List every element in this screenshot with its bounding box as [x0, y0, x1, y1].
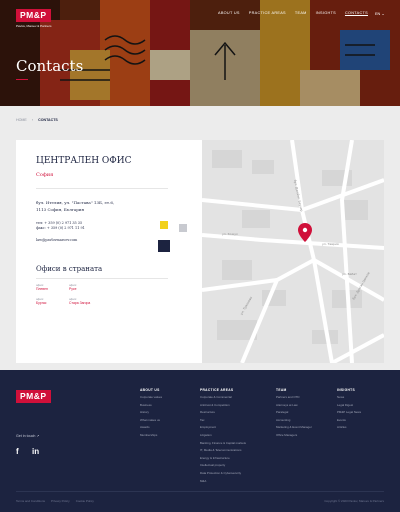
office-phones: тел: + 359 (0) 2 971 35 35 факс: + 359 (…	[36, 221, 85, 231]
office-link-pleven[interactable]: офис Плевен	[36, 283, 48, 291]
footer-column-practice: PRACTICE AREAS Corporate & Commercial An…	[200, 388, 246, 485]
divider	[36, 278, 168, 279]
footer-link[interactable]: Corporate values	[140, 394, 162, 402]
privacy-link[interactable]: Privacy Policy	[51, 499, 70, 503]
footer-legal-links: Terms and Conditions Privacy Policy Cook…	[16, 499, 100, 503]
country-offices-title: Офиси в страната	[36, 265, 103, 273]
footer-link[interactable]: Tax	[200, 417, 246, 425]
footer-link[interactable]: Office Managers	[276, 432, 312, 440]
footer-link[interactable]: Attorneys at Law	[276, 402, 312, 410]
office-card: ЦЕНТРАЛЕН ОФИС София бул. Ителия, ул. "П…	[16, 140, 202, 363]
footer-link[interactable]: M&A	[200, 478, 246, 486]
nav-contacts[interactable]: CONTACTS	[345, 11, 368, 15]
breadcrumb-home[interactable]: HOME	[16, 118, 27, 122]
logo-mark: PM&P	[16, 9, 51, 22]
language-switcher[interactable]: EN ⌄	[375, 11, 385, 16]
footer-link[interactable]: Employment	[200, 424, 246, 432]
footer-link[interactable]: IT, Media & Telecommunications	[200, 447, 246, 455]
nav-team[interactable]: TEAM	[295, 11, 307, 15]
footer-link[interactable]: What makes us	[140, 417, 162, 425]
footer-divider	[16, 491, 384, 492]
navy-square-decoration	[158, 240, 170, 252]
address-line-1: бул. Ителия, ул. "Пастава" 13Б, ет.6,	[36, 200, 115, 205]
footer-link[interactable]: Marketing & Event Manager	[276, 424, 312, 432]
site-footer: PM&P Get in touch ↗ f in ABOUT US Corpor…	[0, 370, 400, 512]
footer-link[interactable]: History	[140, 409, 162, 417]
footer-link[interactable]: Events	[337, 417, 361, 425]
divider	[36, 188, 168, 189]
footer-link[interactable]: Awards	[140, 424, 162, 432]
nav-about-us[interactable]: ABOUT US	[218, 11, 240, 15]
office-link-stara-zagora[interactable]: офис Стара Загора	[69, 297, 90, 305]
footer-column-team: TEAM Partners and OTD Attorneys at Law P…	[276, 388, 312, 440]
address-line-2: 1113 София, България	[36, 207, 85, 212]
office-name[interactable]: Плевен	[36, 287, 48, 291]
footer-link[interactable]: Restructure	[200, 409, 246, 417]
office-name[interactable]: Русе	[69, 287, 77, 291]
grey-square-decoration	[179, 224, 187, 232]
footer-link[interactable]: Partners and OTD	[276, 394, 312, 402]
map-street-label: ул. Таврия	[322, 242, 339, 246]
facebook-icon[interactable]: f	[16, 447, 19, 456]
map-street-label: ул. Кожух	[222, 232, 238, 236]
copyright: Copyright © 2023 Pavlov, Maroev & Partne…	[324, 499, 384, 503]
main-nav: ABOUT US PRACTICE AREAS TEAM INSIGHTS CO…	[218, 11, 377, 15]
office-city: София	[36, 172, 54, 178]
nav-insights[interactable]: INSIGHTS	[316, 11, 336, 15]
footer-link[interactable]: Accounting	[276, 417, 312, 425]
footer-link[interactable]: Legal Digest	[337, 402, 361, 410]
footer-link[interactable]: Articles	[337, 424, 361, 432]
footer-heading[interactable]: ABOUT US	[140, 388, 162, 392]
location-map[interactable]: бул. Джеймс Баучер ул. Таврия ул. Кожух …	[202, 140, 384, 363]
office-name[interactable]: Стара Загора	[69, 301, 90, 305]
footer-link[interactable]: Data Protection & Cybersecurity	[200, 470, 246, 478]
footer-link[interactable]: Antitrust & Competition	[200, 402, 246, 410]
yellow-square-decoration	[160, 221, 168, 229]
linkedin-icon[interactable]: in	[32, 447, 39, 456]
breadcrumb-current: CONTACTS	[38, 117, 58, 122]
office-address: бул. Ителия, ул. "Пастава" 13Б, ет.6, 11…	[36, 199, 114, 213]
footer-link[interactable]: News	[337, 394, 361, 402]
terms-link[interactable]: Terms and Conditions	[16, 499, 45, 503]
footer-column-about: ABOUT US Corporate values Business Histo…	[140, 388, 162, 440]
office-fax: факс: + 359 (0) 2 971 11 91	[36, 226, 85, 230]
hero-banner: PM&P Pavlov, Maroev & Partners ABOUT US …	[0, 0, 400, 106]
footer-link[interactable]: Energy & Infrastructure	[200, 455, 246, 463]
office-title: ЦЕНТРАЛЕН ОФИС	[36, 156, 132, 166]
footer-link[interactable]: PM&P Legal News	[337, 409, 361, 417]
office-link-ruse[interactable]: офис Русе	[69, 283, 77, 291]
nav-practice-areas[interactable]: PRACTICE AREAS	[249, 11, 286, 15]
footer-link[interactable]: Corporate & Commercial	[200, 394, 246, 402]
footer-column-insights: INSIGHTS News Legal Digest PM&P Legal Ne…	[337, 388, 361, 432]
map-canvas[interactable]: бул. Джеймс Баучер ул. Таврия ул. Кожух …	[202, 140, 384, 363]
footer-logo[interactable]: PM&P	[16, 390, 51, 403]
breadcrumb: HOME › CONTACTS	[16, 117, 58, 122]
footer-link[interactable]: Litigation	[200, 432, 246, 440]
hero-carpet-image	[0, 0, 400, 106]
footer-heading[interactable]: TEAM	[276, 388, 312, 392]
footer-link[interactable]: Banking, Finance & Capital markets	[200, 440, 246, 448]
page-title: Contacts	[16, 57, 84, 75]
office-email[interactable]: law@pavlovmaroev.com	[36, 238, 77, 242]
breadcrumb-separator: ›	[31, 117, 34, 122]
footer-link[interactable]: Paralegal	[276, 409, 312, 417]
footer-heading[interactable]: PRACTICE AREAS	[200, 388, 246, 392]
map-street-label: ул. Бабат	[342, 272, 357, 276]
cookie-link[interactable]: Cookie Policy	[76, 499, 94, 503]
footer-heading[interactable]: INSIGHTS	[337, 388, 361, 392]
logo-subtitle: Pavlov, Maroev & Partners	[16, 24, 52, 28]
footer-link[interactable]: Intellectual property	[200, 462, 246, 470]
title-underline	[16, 79, 28, 80]
footer-link[interactable]: Business	[140, 402, 162, 410]
office-name[interactable]: Бургас	[36, 301, 46, 305]
get-in-touch-link[interactable]: Get in touch ↗	[16, 434, 39, 438]
office-link-burgas[interactable]: офис Бургас	[36, 297, 46, 305]
site-logo[interactable]: PM&P Pavlov, Maroev & Partners	[16, 5, 51, 28]
footer-link[interactable]: Memberships	[140, 432, 162, 440]
